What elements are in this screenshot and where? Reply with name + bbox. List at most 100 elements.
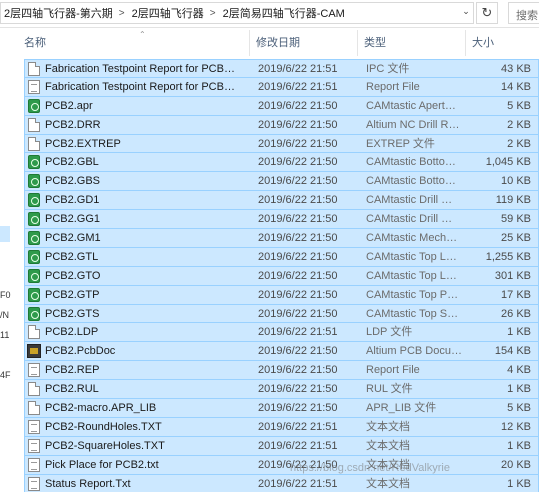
file-name: Fabrication Testpoint Report for PCB…: [45, 80, 235, 93]
breadcrumb-separator[interactable]: >: [115, 8, 129, 19]
file-name: PCB2-macro.APR_LIB: [45, 402, 157, 415]
file-row[interactable]: PCB2.GTP 2019/6/22 21:50 CAMtastic Top P… 1…: [24, 285, 539, 305]
file-name: PCB2.GM1: [45, 232, 101, 245]
file-row[interactable]: PCB2.GTL 2019/6/22 21:50 CAMtastic Top L… 1…: [24, 247, 539, 267]
file-modified-date: 2019/6/22 21:50: [258, 118, 338, 131]
file-modified-date: 2019/6/22 21:51: [258, 420, 338, 433]
file-row[interactable]: PCB2-macro.APR_LIB 2019/6/22 21:50 APR_LIB…: [24, 399, 539, 418]
column-header-size[interactable]: 大小: [466, 30, 539, 56]
camtastic-icon: [28, 193, 40, 208]
text-file-icon: [28, 476, 40, 491]
file-size: 59 KB: [501, 213, 531, 226]
file-row[interactable]: PCB2.GBS 2019/6/22 21:50 CAMtastic Botto… 1…: [24, 172, 539, 192]
breadcrumb-separator[interactable]: >: [206, 8, 220, 19]
file-type: Report File: [366, 364, 420, 377]
refresh-icon[interactable]: ↻: [476, 2, 498, 24]
file-type: Altium PCB Docu…: [366, 345, 462, 358]
document-icon: [28, 62, 40, 76]
file-type: CAMtastic Botto…: [366, 175, 456, 188]
file-size: 1 KB: [507, 477, 531, 490]
file-row[interactable]: PCB2.EXTREP 2019/6/22 21:50 EXTREP 文件 2 KB: [24, 134, 539, 154]
file-type: CAMtastic Drill …: [366, 213, 453, 226]
file-type: 文本文档: [366, 420, 410, 433]
document-icon: [28, 382, 40, 397]
file-modified-date: 2019/6/22 21:50: [258, 194, 338, 207]
file-modified-date: 2019/6/22 21:50: [258, 99, 338, 112]
file-row[interactable]: PCB2.GG1 2019/6/22 21:50 CAMtastic Drill ……: [24, 210, 539, 230]
file-modified-date: 2019/6/22 21:50: [258, 383, 338, 396]
file-name: PCB2.EXTREP: [45, 137, 121, 150]
navigation-pane-label: 11: [0, 330, 10, 340]
column-header-type[interactable]: 类型: [358, 30, 466, 56]
file-row[interactable]: Fabrication Testpoint Report for PCB… 201…: [24, 59, 539, 78]
file-row[interactable]: PCB2.GTS 2019/6/22 21:50 CAMtastic Top S… 2…: [24, 304, 539, 324]
chevron-down-icon[interactable]: ⌄: [459, 2, 473, 20]
file-size: 301 KB: [494, 269, 531, 282]
file-size: 1 KB: [507, 383, 531, 396]
file-modified-date: 2019/6/22 21:50: [258, 307, 338, 320]
file-size: 2 KB: [507, 137, 531, 150]
file-row[interactable]: PCB2.DRR 2019/6/22 21:50 Altium NC Drill R…: [24, 115, 539, 135]
file-type: 文本文档: [366, 439, 410, 452]
file-row[interactable]: PCB2.apr 2019/6/22 21:50 CAMtastic Apert… 5…: [24, 96, 539, 116]
column-header-date[interactable]: 修改日期: [250, 30, 358, 56]
camtastic-icon: [28, 98, 40, 113]
camtastic-icon: [28, 231, 40, 246]
camtastic-icon: [28, 287, 40, 302]
file-row[interactable]: PCB2-SquareHoles.TXT 2019/6/22 21:51 文本文档 1…: [24, 436, 539, 456]
file-type: CAMtastic Top L…: [366, 250, 457, 263]
camtastic-icon: [28, 174, 40, 189]
breadcrumb-item[interactable]: 2层四轴飞行器: [129, 5, 206, 21]
file-row[interactable]: PCB2.GBL 2019/6/22 21:50 CAMtastic Botto… 1…: [24, 153, 539, 173]
file-name: PCB2.REP: [45, 364, 100, 377]
document-icon: [28, 325, 40, 340]
file-name: Status Report.Txt: [45, 477, 131, 490]
file-type: CAMtastic Botto…: [366, 156, 456, 169]
breadcrumb-item[interactable]: 2层四轴飞行器-第六期: [1, 5, 115, 21]
file-row[interactable]: PCB2.RUL 2019/6/22 21:50 RUL 文件 1 KB: [24, 380, 539, 400]
file-row[interactable]: PCB2.LDP 2019/6/22 21:51 LDP 文件 1 KB: [24, 323, 539, 343]
file-row[interactable]: PCB2-RoundHoles.TXT 2019/6/22 21:51 文本文档 12…: [24, 417, 539, 437]
document-icon: [28, 117, 40, 132]
file-type: CAMtastic Top S…: [366, 307, 459, 320]
file-name: PCB2-RoundHoles.TXT: [45, 420, 162, 433]
file-modified-date: 2019/6/22 21:51: [258, 326, 338, 339]
file-row[interactable]: PCB2.GTO 2019/6/22 21:50 CAMtastic Top L… 3…: [24, 266, 539, 286]
text-file-icon: [28, 438, 40, 453]
text-file-icon: [28, 79, 40, 94]
file-row[interactable]: PCB2.GM1 2019/6/22 21:50 CAMtastic Mech… 25…: [24, 229, 539, 248]
file-row[interactable]: Pick Place for PCB2.txt 2019/6/22 21:50 文本…: [24, 455, 539, 475]
address-bar[interactable]: 2层四轴飞行器-第六期 > 2层四轴飞行器 > 2层简易四轴飞行器-CAM: [0, 2, 474, 24]
file-name: PCB2.GTP: [45, 288, 100, 301]
document-icon: [28, 136, 40, 151]
camtastic-icon: [28, 249, 40, 264]
file-row[interactable]: Status Report.Txt 2019/6/22 21:51 文本文档 1 KB: [24, 474, 539, 492]
breadcrumb-item[interactable]: 2层简易四轴飞行器-CAM: [220, 5, 347, 21]
file-row[interactable]: Fabrication Testpoint Report for PCB… 201…: [24, 77, 539, 97]
file-row[interactable]: PCB2.GD1 2019/6/22 21:50 CAMtastic Drill ……: [24, 191, 539, 211]
file-type: EXTREP 文件: [366, 137, 435, 150]
column-header-name[interactable]: 名称: [18, 30, 250, 56]
file-name: PCB2.apr: [45, 99, 93, 112]
file-name: PCB2.GG1: [45, 213, 101, 226]
file-size: 12 KB: [501, 420, 531, 433]
file-modified-date: 2019/6/22 21:51: [258, 63, 338, 75]
file-row[interactable]: PCB2.PcbDoc 2019/6/22 21:50 Altium PCB Doc…: [24, 342, 539, 362]
search-input[interactable]: 搜索: [508, 2, 539, 24]
file-type: LDP 文件: [366, 326, 413, 339]
navigation-pane-label: F0: [0, 290, 11, 300]
file-type: CAMtastic Mech…: [366, 232, 458, 245]
camtastic-icon: [28, 212, 40, 227]
file-name: PCB2.GD1: [45, 194, 100, 207]
navigation-pane-label: 4F: [0, 370, 11, 380]
file-modified-date: 2019/6/22 21:50: [258, 175, 338, 188]
file-type: 文本文档: [366, 477, 410, 490]
file-modified-date: 2019/6/22 21:50: [258, 269, 338, 282]
navigation-pane-selected-item[interactable]: [0, 226, 10, 242]
file-type: CAMtastic Drill …: [366, 194, 453, 207]
file-size: 1 KB: [507, 439, 531, 452]
file-size: 17 KB: [501, 288, 531, 301]
file-modified-date: 2019/6/22 21:51: [258, 477, 338, 490]
file-row[interactable]: PCB2.REP 2019/6/22 21:50 Report File 4 KB: [24, 361, 539, 381]
file-modified-date: 2019/6/22 21:50: [258, 364, 338, 377]
